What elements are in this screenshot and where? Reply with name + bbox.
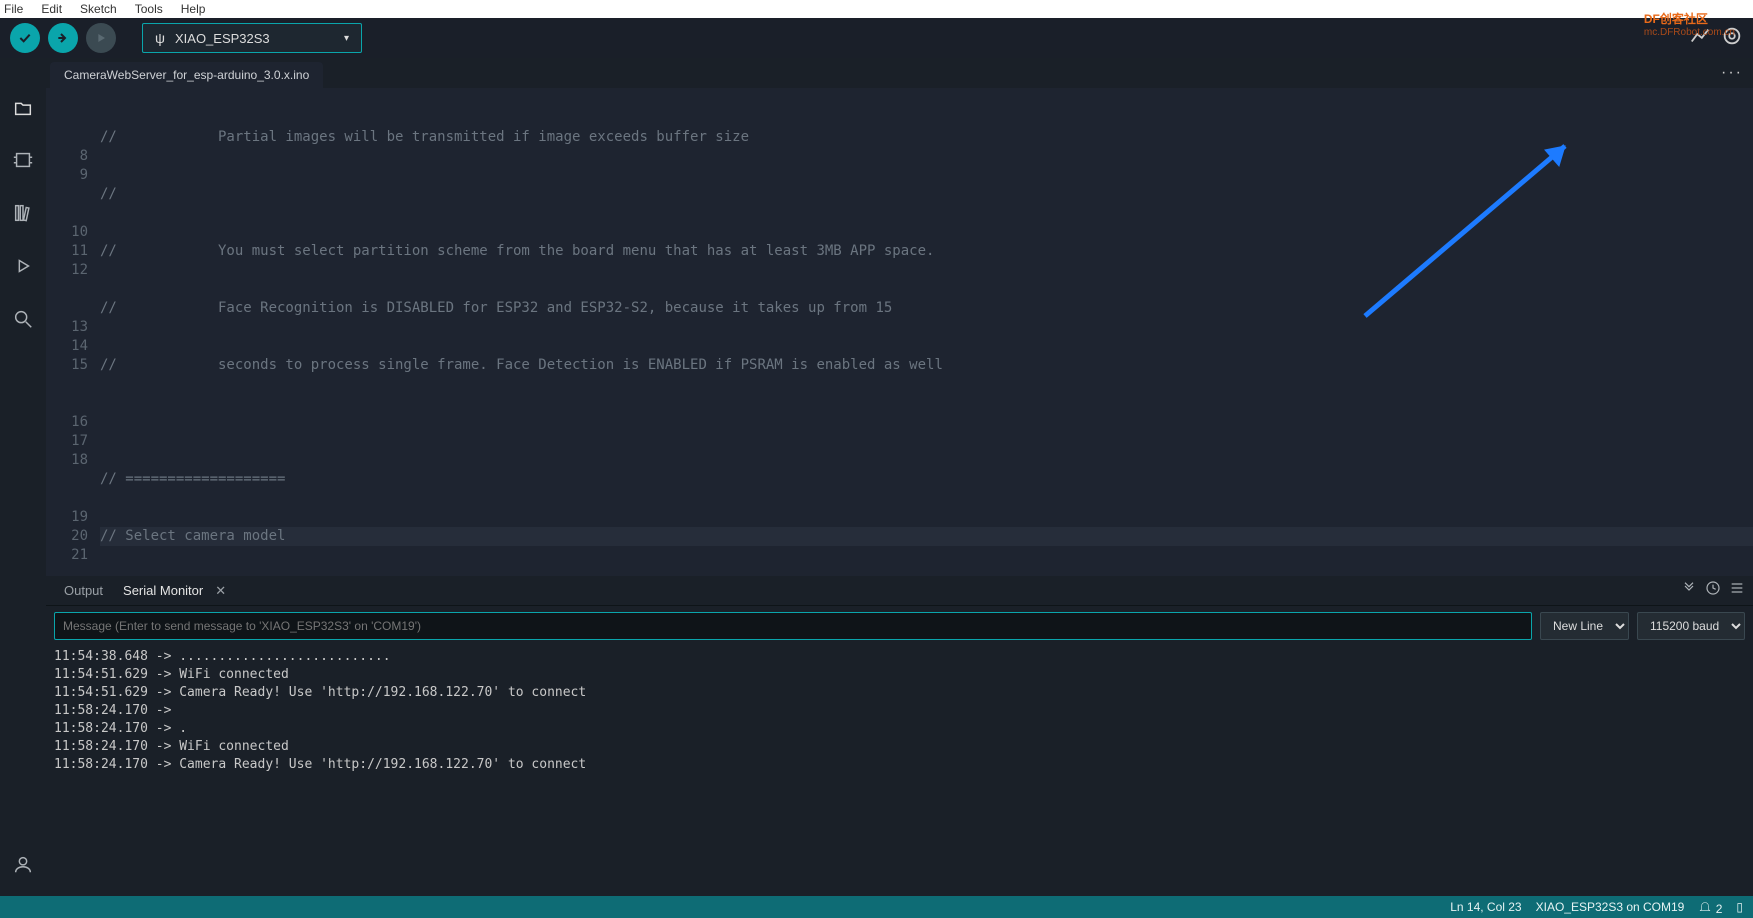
tab-serial-monitor[interactable]: Serial Monitor <box>113 579 213 602</box>
serial-message-input[interactable] <box>54 612 1532 640</box>
serial-output[interactable]: 11:54:38.648 -> ........................… <box>46 646 1753 896</box>
editor-tabbar: CameraWebServer_for_esp-arduino_3.0.x.in… <box>0 58 1753 88</box>
serial-monitor-icon[interactable] <box>1721 25 1743 52</box>
sidebar-boards-icon[interactable] <box>12 149 34 176</box>
workarea: 89 101112 131415 161718 192021 222324 25… <box>0 88 1753 896</box>
scroll-down-icon[interactable] <box>1681 580 1697 599</box>
board-name: XIAO_ESP32S3 <box>175 31 270 46</box>
line-ending-select[interactable]: New Line <box>1540 612 1629 640</box>
menu-file[interactable]: File <box>4 2 23 16</box>
status-cursor-pos: Ln 14, Col 23 <box>1450 900 1521 914</box>
tab-output[interactable]: Output <box>54 579 113 602</box>
verify-button[interactable] <box>10 23 40 53</box>
status-bar: Ln 14, Col 23 XIAO_ESP32S3 on COM19 2 ▯ <box>0 896 1753 918</box>
line-gutter: 89 101112 131415 161718 192021 222324 25… <box>46 88 100 576</box>
bottom-panel: Output Serial Monitor ✕ New Line 115200 … <box>46 576 1753 896</box>
clear-icon[interactable] <box>1729 580 1745 599</box>
menu-sketch[interactable]: Sketch <box>80 2 117 16</box>
baud-select[interactable]: 115200 baud <box>1637 612 1745 640</box>
tab-overflow[interactable]: ··· <box>1721 64 1743 82</box>
serial-controls: New Line 115200 baud <box>46 606 1753 646</box>
code-body[interactable]: // Partial images will be transmitted if… <box>100 88 1753 576</box>
serial-plotter-icon[interactable] <box>1689 25 1711 52</box>
panel-tabs: Output Serial Monitor ✕ <box>46 576 1753 606</box>
sidebar-sketchbook-icon[interactable] <box>12 96 34 123</box>
sidebar <box>0 88 46 896</box>
menu-help[interactable]: Help <box>181 2 206 16</box>
upload-button[interactable] <box>48 23 78 53</box>
menu-tools[interactable]: Tools <box>135 2 163 16</box>
sidebar-debug-icon[interactable] <box>12 255 34 282</box>
toolbar: ψ XIAO_ESP32S3 ▾ <box>0 18 1753 58</box>
timestamp-icon[interactable] <box>1705 580 1721 599</box>
close-panel-icon[interactable]: ▯ <box>1736 900 1743 914</box>
status-board-port[interactable]: XIAO_ESP32S3 on COM19 <box>1536 900 1685 914</box>
chevron-down-icon: ▾ <box>344 33 349 44</box>
status-notifications[interactable]: 2 <box>1698 899 1722 916</box>
sidebar-library-icon[interactable] <box>12 202 34 229</box>
board-selector[interactable]: ψ XIAO_ESP32S3 ▾ <box>142 23 362 53</box>
usb-icon: ψ <box>155 30 165 46</box>
sidebar-profile-icon[interactable] <box>12 853 34 880</box>
tab-file[interactable]: CameraWebServer_for_esp-arduino_3.0.x.in… <box>50 62 323 88</box>
code-editor[interactable]: 89 101112 131415 161718 192021 222324 25… <box>46 88 1753 576</box>
sidebar-search-icon[interactable] <box>12 308 34 335</box>
menu-bar: File Edit Sketch Tools Help <box>0 0 1753 18</box>
debug-button[interactable] <box>86 23 116 53</box>
close-icon[interactable]: ✕ <box>215 583 226 599</box>
menu-edit[interactable]: Edit <box>41 2 62 16</box>
